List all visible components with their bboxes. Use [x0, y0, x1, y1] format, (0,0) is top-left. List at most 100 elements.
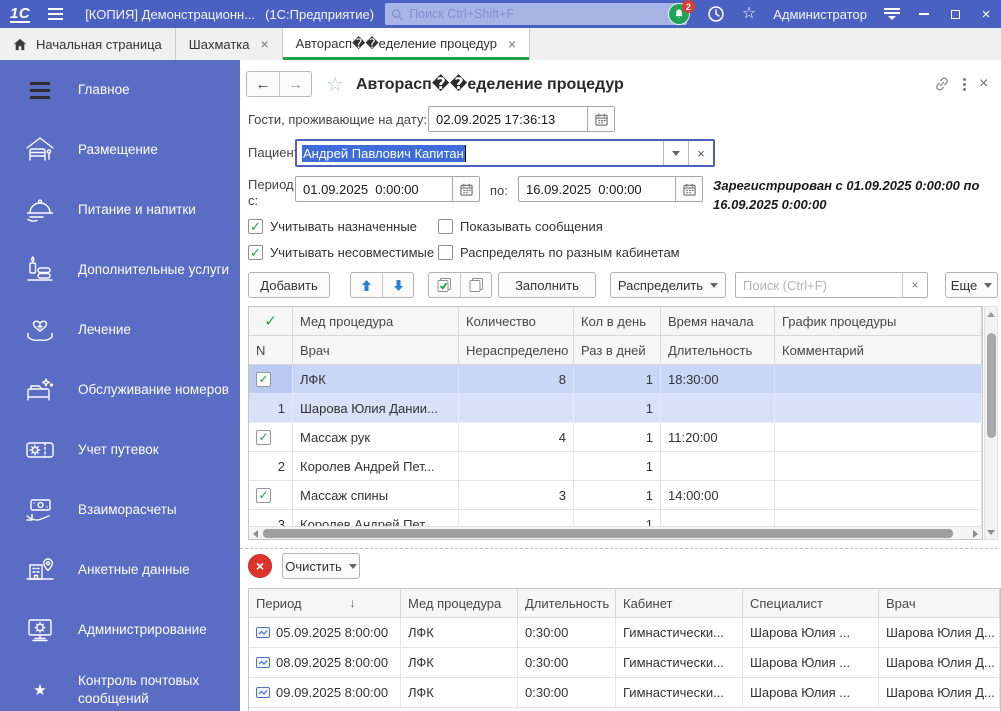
sidebar-item-ankety[interactable]: Анкетные данные	[0, 540, 240, 600]
scroll-right-icon[interactable]	[969, 527, 982, 539]
sidebar-item-pitanie[interactable]: Питание и напитки	[0, 180, 240, 240]
cell-doctor[interactable]: Шарова Юлия Д...	[879, 648, 1000, 678]
add-button[interactable]: Добавить	[248, 272, 330, 298]
clear-button[interactable]: Очистить	[282, 553, 360, 579]
row-checkbox[interactable]	[256, 429, 271, 445]
scroll-down-icon[interactable]	[985, 526, 997, 538]
cell-duration[interactable]	[661, 452, 775, 481]
table-row[interactable]: 08.09.2025 8:00:00 ЛФК 0:30:00 Гимнастич…	[249, 648, 1000, 678]
cell-start-time[interactable]: 18:30:00	[661, 365, 775, 394]
cell-procedure[interactable]: Массаж спины	[293, 481, 459, 510]
cell-procedure[interactable]: ЛФК	[401, 648, 518, 678]
close-form-icon[interactable]: ×	[979, 76, 988, 92]
patient-dropdown-icon[interactable]	[663, 141, 688, 165]
sidebar-item-kontrol-pochty[interactable]: ★ Контроль почтовых сообщений	[0, 660, 240, 711]
column-header[interactable]: Раз в дней	[574, 336, 661, 365]
column-header[interactable]: Длительность	[661, 336, 775, 365]
guests-date-field[interactable]: 02.09.2025 17:36:13	[428, 106, 615, 132]
service-menu-icon[interactable]	[884, 8, 900, 20]
global-search[interactable]	[385, 3, 687, 25]
cell-number[interactable]: 1	[249, 394, 293, 423]
column-header[interactable]: Нераспределено	[459, 336, 574, 365]
scroll-up-icon[interactable]	[985, 308, 997, 320]
calendar-icon[interactable]	[675, 177, 702, 201]
cell-per-day[interactable]: 1	[574, 481, 661, 510]
checkbox-pokazyvat-soobshcheniya[interactable]: Показывать сообщения	[438, 219, 603, 234]
column-header[interactable]: Комментарий	[775, 336, 982, 365]
cell-quantity[interactable]: 8	[459, 365, 574, 394]
cell-schedule[interactable]	[775, 365, 982, 394]
notifications-icon[interactable]: 2	[667, 0, 695, 25]
close-window-button[interactable]: ×	[979, 7, 993, 22]
cell-procedure[interactable]: ЛФК	[401, 678, 518, 708]
checkbox-raspredelyat-po-kabinetam[interactable]: Распределять по разным кабинетам	[438, 245, 680, 260]
column-header[interactable]: Количество	[459, 307, 574, 336]
move-down-button[interactable]	[382, 273, 413, 297]
checkbox-icon[interactable]	[438, 245, 453, 260]
column-header[interactable]: Кабинет	[616, 589, 743, 618]
scrollbar-thumb[interactable]	[987, 333, 996, 438]
favorites-icon[interactable]: ☆	[742, 6, 756, 22]
global-search-input[interactable]	[409, 7, 681, 21]
checkbox-icon[interactable]	[438, 219, 453, 234]
vertical-scrollbar[interactable]	[984, 306, 998, 540]
guests-date-value[interactable]: 02.09.2025 17:36:13	[429, 112, 587, 127]
maximize-button[interactable]	[948, 7, 962, 21]
patient-clear-icon[interactable]: ×	[688, 141, 713, 165]
cell-number[interactable]: 2	[249, 452, 293, 481]
sidebar-item-glavnoe[interactable]: Главное	[0, 60, 240, 120]
favorite-star-icon[interactable]: ☆	[326, 72, 344, 97]
cell-duration[interactable]: 0:30:00	[518, 648, 616, 678]
cell-duration[interactable]: 0:30:00	[518, 618, 616, 648]
cell-doctor[interactable]: Шарова Юлия Дании...	[293, 394, 459, 423]
period-from-value[interactable]: 01.09.2025 0:00:00	[296, 182, 452, 197]
table-row[interactable]: 1 Шарова Юлия Дании... 1	[249, 394, 982, 423]
cell-room[interactable]: Гимнастически...	[616, 618, 743, 648]
cell-procedure[interactable]: ЛФК	[293, 365, 459, 394]
table-row[interactable]: 05.09.2025 8:00:00 ЛФК 0:30:00 Гимнастич…	[249, 618, 1000, 648]
tab-close-icon[interactable]: ×	[508, 37, 516, 51]
cell-doctor[interactable]: Шарова Юлия Д...	[879, 678, 1000, 708]
more-menu-icon[interactable]	[963, 77, 966, 91]
scrollbar-thumb[interactable]	[263, 529, 953, 538]
sidebar-item-lechenie[interactable]: Лечение	[0, 300, 240, 360]
sidebar-item-obsluzhivanie[interactable]: Обслуживание номеров	[0, 360, 240, 420]
column-header[interactable]: Врач	[879, 589, 1000, 618]
period-to-value[interactable]: 16.09.2025 0:00:00	[519, 182, 675, 197]
cell-comment[interactable]	[775, 394, 982, 423]
check-all-button[interactable]	[429, 273, 460, 297]
calendar-icon[interactable]	[587, 107, 614, 131]
cell-specialist[interactable]: Шарова Юлия ...	[743, 618, 879, 648]
period-from-field[interactable]: 01.09.2025 0:00:00	[295, 176, 480, 202]
table-row[interactable]: ЛФК 8 1 18:30:00	[249, 365, 982, 394]
table-search-input[interactable]	[736, 277, 902, 293]
history-icon[interactable]	[707, 5, 725, 23]
cell-schedule[interactable]	[775, 481, 982, 510]
search-clear-icon[interactable]: ×	[902, 273, 927, 297]
uncheck-all-button[interactable]	[460, 273, 491, 297]
row-checkbox[interactable]	[256, 371, 271, 387]
tab-home[interactable]: Начальная страница	[0, 28, 176, 60]
cell-start-time[interactable]: 14:00:00	[661, 481, 775, 510]
cell-duration[interactable]	[661, 394, 775, 423]
table-row[interactable]: Массаж рук 4 1 11:20:00	[249, 423, 982, 452]
back-button[interactable]: ←	[247, 72, 279, 96]
copy-link-icon[interactable]	[934, 76, 950, 92]
cell-schedule[interactable]	[775, 423, 982, 452]
checkbox-uchityvat-naznachennye[interactable]: Учитывать назначенные	[248, 219, 417, 234]
cell-per-day[interactable]: 1	[574, 365, 661, 394]
fill-button[interactable]: Заполнить	[498, 272, 596, 298]
sidebar-item-putevki[interactable]: Учет путевок	[0, 420, 240, 480]
minimize-button[interactable]	[917, 7, 931, 21]
checkbox-icon[interactable]	[248, 245, 263, 260]
table-search[interactable]: ×	[735, 272, 928, 298]
column-header[interactable]: График процедуры	[775, 307, 982, 336]
forward-button[interactable]: →	[279, 72, 311, 96]
cell-specialist[interactable]: Шарова Юлия ...	[743, 648, 879, 678]
distribute-button[interactable]: Распределить	[610, 272, 726, 298]
current-user[interactable]: Администратор	[773, 7, 867, 22]
table-row[interactable]: Массаж спины 3 1 14:00:00	[249, 481, 982, 510]
checkbox-icon[interactable]	[248, 219, 263, 234]
tab-shahmatka[interactable]: Шахматка ×	[176, 28, 283, 60]
scroll-left-icon[interactable]	[249, 527, 262, 539]
